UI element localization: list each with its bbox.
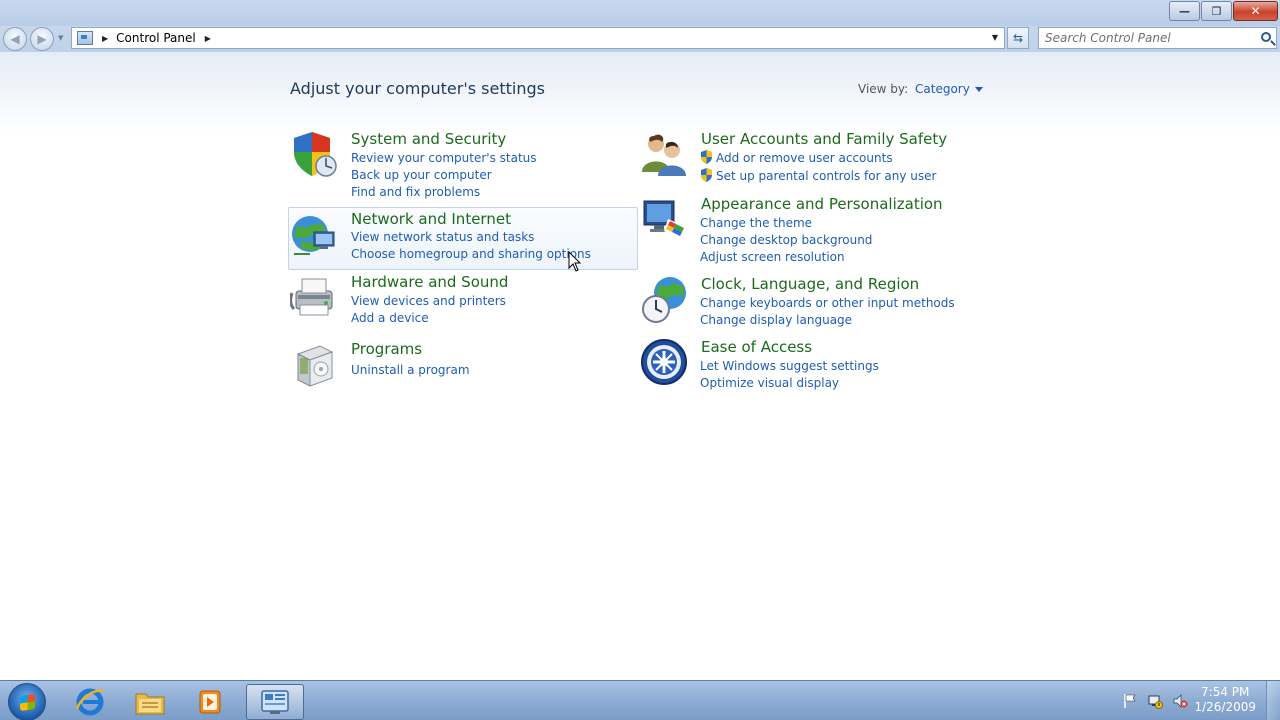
link-change-keyboards[interactable]: Change keyboards or other input methods <box>700 295 955 312</box>
view-by-value[interactable]: Category <box>915 82 970 96</box>
category-title[interactable]: Clock, Language, and Region <box>701 275 919 293</box>
ease-of-access-icon <box>641 339 687 385</box>
control-panel-icon <box>261 690 289 714</box>
uac-shield-icon <box>701 168 712 182</box>
category-title[interactable]: Ease of Access <box>701 338 812 356</box>
link-label[interactable]: Add or remove user accounts <box>716 151 893 165</box>
maximize-button[interactable]: ❐ <box>1201 1 1232 21</box>
volume-muted-icon[interactable] <box>1172 693 1188 709</box>
caption-buttons: — ❐ ✕ <box>1168 1 1278 21</box>
taskbar-media-player[interactable] <box>181 684 239 720</box>
taskbar-clock[interactable]: 7:54 PM 1/26/2009 <box>1194 685 1256 715</box>
breadcrumb-chevron-icon[interactable]: ▶ <box>205 34 211 43</box>
category-title[interactable]: Network and Internet <box>351 210 511 228</box>
notification-area: 7:54 PM 1/26/2009 <box>1110 681 1280 720</box>
link-find-fix-problems[interactable]: Find and fix problems <box>351 184 537 201</box>
users-icon <box>642 134 686 176</box>
dropdown-arrow-icon <box>974 87 983 92</box>
category-title[interactable]: Hardware and Sound <box>351 273 508 291</box>
link-label[interactable]: Set up parental controls for any user <box>716 169 936 183</box>
category-title[interactable]: Programs <box>351 340 422 358</box>
shield-icon <box>294 132 337 177</box>
category-user-accounts: User Accounts and Family Safety Add or r… <box>638 130 968 186</box>
recent-pages-dropdown-icon[interactable]: ▼ <box>58 34 63 42</box>
forward-button[interactable]: ▶ <box>30 27 54 51</box>
back-button[interactable]: ◀ <box>3 27 27 51</box>
clock-date[interactable]: 1/26/2009 <box>1194 700 1256 715</box>
close-button[interactable]: ✕ <box>1233 1 1278 21</box>
link-parental-controls[interactable]: Set up parental controls for any user <box>700 168 936 185</box>
action-center-flag-icon[interactable] <box>1122 693 1138 709</box>
category-clock-language-region: Clock, Language, and Region Change keybo… <box>638 275 968 331</box>
page-title: Adjust your computer's settings <box>290 79 545 98</box>
search-box[interactable] <box>1038 27 1277 49</box>
view-by-dropdown[interactable]: Category <box>915 82 983 96</box>
minimize-button[interactable]: — <box>1169 1 1200 21</box>
link-review-status[interactable]: Review your computer's status <box>351 150 537 167</box>
refresh-button[interactable]: ⇆ <box>1007 27 1029 49</box>
programs-box-icon <box>296 345 334 387</box>
category-title[interactable]: System and Security <box>351 130 506 148</box>
search-input[interactable] <box>1045 28 1257 48</box>
link-display-language[interactable]: Change display language <box>700 312 955 329</box>
category-system-and-security: System and Security Review your computer… <box>288 130 638 200</box>
view-by-label: View by: <box>858 82 909 96</box>
clock-time[interactable]: 7:54 PM <box>1194 685 1256 700</box>
breadcrumb-control-panel[interactable]: Control Panel <box>116 31 196 45</box>
media-player-icon <box>199 690 221 714</box>
mouse-cursor-icon <box>568 251 582 272</box>
breadcrumb-chevron-icon[interactable]: ▶ <box>102 34 108 43</box>
taskbar-control-panel[interactable] <box>246 684 304 720</box>
clock-globe-icon <box>642 277 686 323</box>
control-panel-content: Adjust your computer's settings View by:… <box>0 52 1280 680</box>
restore-icon: ❐ <box>1211 4 1222 18</box>
link-screen-resolution[interactable]: Adjust screen resolution <box>700 249 872 266</box>
forward-arrow-icon: ▶ <box>37 32 47 46</box>
close-icon: ✕ <box>1250 4 1261 18</box>
link-network-status[interactable]: View network status and tasks <box>351 229 591 246</box>
taskbar: 7:54 PM 1/26/2009 <box>0 680 1280 720</box>
title-bar: — ❐ ✕ <box>0 0 1280 26</box>
link-add-remove-accounts[interactable]: Add or remove user accounts <box>700 150 936 167</box>
internet-explorer-icon <box>75 688 104 716</box>
category-network-and-internet[interactable]: Network and Internet View network status… <box>288 207 638 270</box>
printer-icon <box>290 278 333 316</box>
category-hardware-and-sound: Hardware and Sound View devices and prin… <box>288 273 638 329</box>
category-ease-of-access: Ease of Access Let Windows suggest setti… <box>638 338 968 394</box>
windows-explorer-icon <box>135 693 165 715</box>
category-appearance: Appearance and Personalization Change th… <box>638 195 968 265</box>
category-title[interactable]: User Accounts and Family Safety <box>701 130 947 148</box>
category-programs: Programs Uninstall a program <box>288 340 638 388</box>
link-uninstall-program[interactable]: Uninstall a program <box>351 362 470 379</box>
navigation-bar: ◀ ▶ ▼ ▶ Control Panel ▶ ▼ ⇆ <box>0 26 1280 52</box>
taskbar-windows-explorer[interactable] <box>121 684 179 720</box>
search-icon[interactable] <box>1261 32 1271 42</box>
minimize-icon: — <box>1179 4 1190 18</box>
link-homegroup-sharing[interactable]: Choose homegroup and sharing options <box>351 246 591 263</box>
back-arrow-icon: ◀ <box>10 32 20 46</box>
start-orb-icon[interactable] <box>8 683 46 720</box>
category-title[interactable]: Appearance and Personalization <box>701 195 943 213</box>
link-back-up[interactable]: Back up your computer <box>351 167 537 184</box>
link-desktop-background[interactable]: Change desktop background <box>700 232 872 249</box>
refresh-icon: ⇆ <box>1012 31 1024 45</box>
link-devices-printers[interactable]: View devices and printers <box>351 293 506 310</box>
link-optimize-display[interactable]: Optimize visual display <box>700 375 879 392</box>
address-bar[interactable]: ▶ Control Panel ▶ ▼ <box>71 27 1005 49</box>
show-desktop-button[interactable] <box>1266 681 1280 720</box>
control-panel-icon <box>77 31 93 45</box>
link-add-device[interactable]: Add a device <box>351 310 506 327</box>
network-tray-icon[interactable] <box>1147 693 1163 709</box>
link-windows-suggest[interactable]: Let Windows suggest settings <box>700 358 879 375</box>
link-change-theme[interactable]: Change the theme <box>700 215 872 232</box>
uac-shield-icon <box>701 150 712 164</box>
address-dropdown-icon[interactable]: ▼ <box>992 33 998 42</box>
network-globe-icon <box>292 216 335 255</box>
taskbar-internet-explorer[interactable] <box>61 684 119 720</box>
monitor-palette-icon <box>643 200 686 239</box>
